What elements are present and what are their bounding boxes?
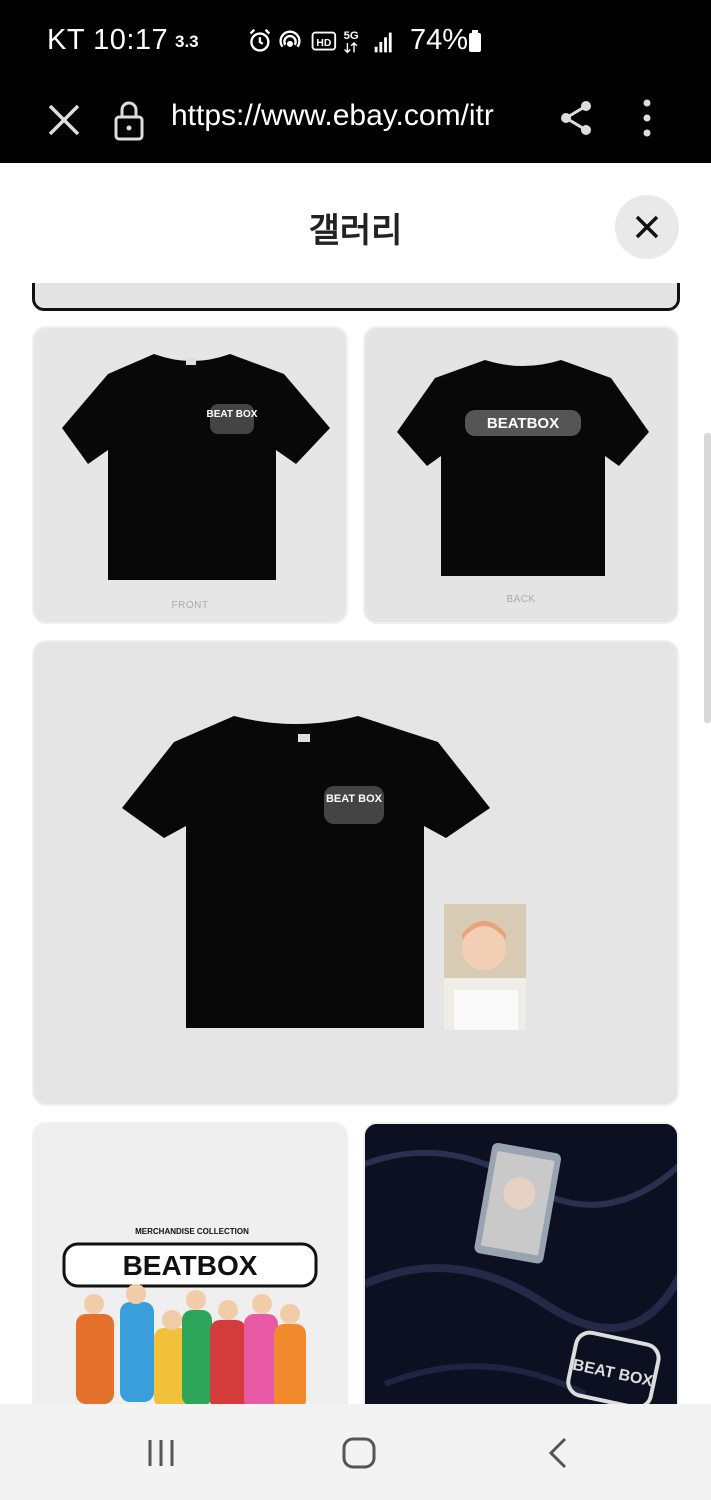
gallery-image-packaged-tshirt[interactable]: BEAT BOX	[363, 1122, 679, 1422]
lock-icon[interactable]	[113, 98, 145, 142]
signal-icon	[374, 32, 392, 53]
gallery-image-back[interactable]: BEATBOX BACK	[363, 326, 679, 624]
home-button[interactable]	[334, 1428, 384, 1478]
url-text[interactable]: https://www.ebay.com/itr	[171, 99, 531, 133]
battery-percent: 74%	[410, 24, 469, 56]
status-icons: HD 5G	[249, 28, 392, 54]
merchandise-collection-image: MERCHANDISE COLLECTION BEATBOX	[62, 1227, 318, 1410]
packaged-tshirt-photo: BEAT BOX	[365, 1124, 677, 1420]
network-speed: 3.3	[175, 32, 199, 51]
browser-url-bar: https://www.ebay.com/itr	[0, 82, 711, 163]
gallery-title: 갤러리	[308, 211, 403, 251]
carrier-time: KT 10:17	[47, 24, 169, 56]
previous-thumbnail-selected[interactable]	[32, 283, 680, 311]
beatbox-logo: BEAT BOX	[207, 404, 258, 434]
close-icon	[635, 215, 659, 239]
gallery-image-tshirt-photocard[interactable]: BEAT BOX	[32, 640, 679, 1106]
gallery-image-merchandise-collection[interactable]: MERCHANDISE COLLECTION BEATBOX	[32, 1122, 348, 1422]
back-icon	[548, 1437, 567, 1469]
tshirt-back-image: BEATBOX	[397, 360, 649, 576]
beatbox-logo-back: BEATBOX	[465, 410, 581, 436]
image-caption-back: BACK	[506, 594, 536, 605]
home-icon	[342, 1437, 376, 1469]
tshirt-with-photocard-image: BEAT BOX	[122, 716, 526, 1030]
logo-text-front: BEAT BOX	[207, 409, 258, 420]
5g-badge: 5G	[344, 30, 359, 42]
logo-text-merch: BEATBOX	[123, 1250, 258, 1281]
beatbox-logo-merch: BEATBOX	[62, 1242, 318, 1288]
recent-apps-button[interactable]	[136, 1428, 186, 1478]
merch-header-text: MERCHANDISE COLLECTION	[135, 1227, 249, 1236]
gallery-close-button[interactable]	[615, 195, 679, 259]
logo-text-back: BEATBOX	[487, 415, 559, 432]
status-bar: KT 10:17 3.3 HD 5G 74%	[0, 0, 711, 82]
share-icon[interactable]	[558, 99, 594, 137]
alarm-icon	[249, 28, 271, 52]
battery-icon	[469, 30, 481, 52]
group-members-photo	[76, 1284, 306, 1410]
photocard	[444, 904, 526, 1030]
hd-badge: HD	[316, 38, 331, 49]
scrollbar[interactable]	[704, 433, 711, 723]
5g-icon: 5G	[344, 30, 359, 54]
tshirt-front-image: BEAT BOX	[62, 354, 330, 580]
hd-icon: HD	[311, 31, 337, 51]
hotspot-icon	[279, 30, 301, 48]
gallery-image-front[interactable]: BEAT BOX FRONT	[32, 326, 348, 624]
system-nav-bar	[0, 1404, 711, 1500]
beatbox-logo-large: BEAT BOX	[324, 786, 384, 824]
gallery-header: 갤러리	[0, 163, 711, 283]
logo-text-large: BEAT BOX	[326, 793, 383, 805]
recent-apps-icon	[148, 1440, 174, 1466]
back-button[interactable]	[534, 1428, 584, 1478]
close-icon[interactable]	[44, 100, 84, 140]
more-icon[interactable]	[636, 98, 658, 138]
image-caption-front: FRONT	[171, 600, 209, 611]
